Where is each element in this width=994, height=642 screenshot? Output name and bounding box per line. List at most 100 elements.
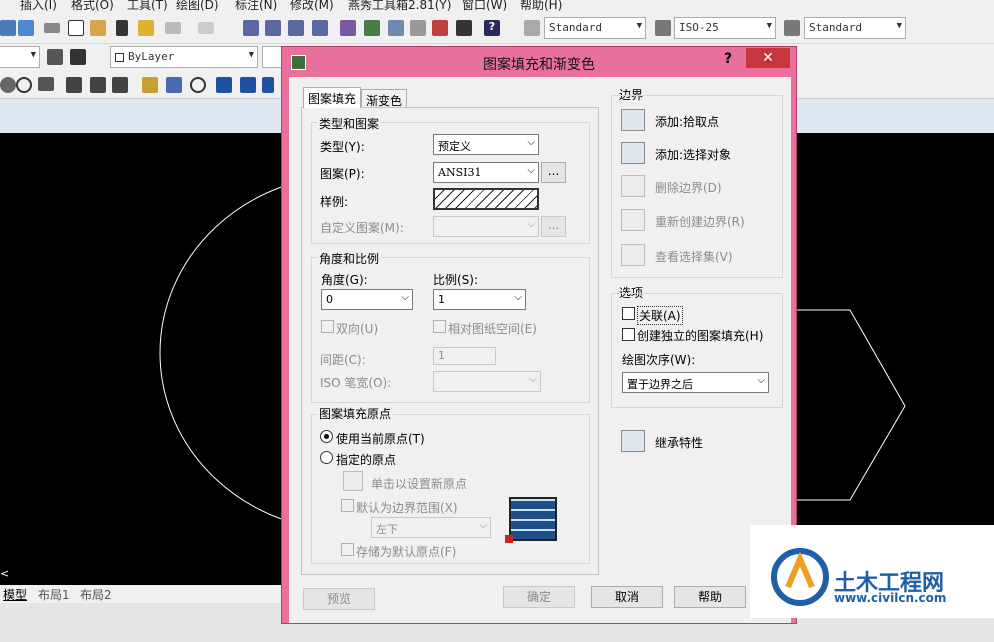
match-prop-icon[interactable] [116,20,128,36]
dim-edit-icon[interactable] [216,77,232,93]
dim-style-combo[interactable]: ISO-25 ▼ [674,17,776,39]
dim-baseline-icon[interactable] [112,77,128,93]
use-current-origin-radio[interactable] [320,430,333,443]
object-snap-icon[interactable] [0,77,16,93]
dim-linear-icon[interactable] [66,77,82,93]
publish-icon[interactable] [0,20,16,36]
recreate-boundary-icon[interactable] [621,209,645,231]
angle-scale-title: 角度和比例 [317,250,382,267]
specified-origin-label: 指定的原点 [336,453,397,467]
block-editor-icon[interactable] [138,20,154,36]
separate-hatch-checkbox[interactable] [622,328,635,341]
remove-boundary-icon[interactable] [621,175,645,197]
angle-select[interactable]: 0 ⌵ [321,289,413,310]
menu-insert[interactable]: 插入(I) [20,0,57,12]
double-checkbox[interactable] [321,320,334,333]
linetype-combo[interactable] [262,46,281,68]
origin-position-select[interactable]: 左下 ⌵ [371,517,491,538]
zoom-window-icon[interactable] [288,20,304,36]
help-button[interactable]: 帮助 [674,586,746,608]
type-pattern-title: 类型和图案 [317,115,382,132]
menu-window[interactable]: 窗口(W) [462,0,507,12]
close-button[interactable]: ✕ [746,48,790,68]
add-pick-icon[interactable] [621,109,645,131]
view-selection-label[interactable]: 查看选择集(V) [655,248,733,265]
add-pick-label[interactable]: 添加:拾取点 [655,113,719,130]
store-default-checkbox[interactable] [341,543,354,556]
text-style-combo[interactable]: Standard ▼ [544,17,646,39]
calculator-icon[interactable] [456,20,472,36]
cancel-button[interactable]: 取消 [591,586,663,608]
associative-checkbox[interactable] [622,307,635,320]
ok-button[interactable]: 确定 [503,586,575,608]
menu-yanxiu[interactable]: 燕秀工具箱2.81(Y) [348,0,451,12]
sheet-set-icon[interactable] [410,20,426,36]
inherit-properties-label[interactable]: 继承特性 [655,434,703,451]
menu-draw[interactable]: 绘图(D) [176,0,219,12]
menu-dimension[interactable]: 标注(N) [235,0,277,12]
properties-icon[interactable] [340,20,356,36]
recreate-boundary-label[interactable]: 重新创建边界(R) [655,213,745,230]
table-style-icon[interactable] [784,20,800,36]
custom-browse-button[interactable]: ... [541,216,566,237]
pattern-sample-swatch[interactable] [433,188,539,210]
spacing-input[interactable]: 1 [433,347,496,365]
pattern-browse-button[interactable]: ... [541,162,566,183]
add-select-icon[interactable] [621,142,645,164]
help-icon[interactable]: ? [484,20,500,36]
tolerance-icon[interactable] [166,77,182,93]
color-combo[interactable]: ByLayer ▼ [110,46,258,68]
preview-button[interactable]: 预览 [303,588,375,610]
design-center-icon[interactable] [364,20,380,36]
inherit-properties-icon[interactable] [621,430,645,452]
dim-text-edit-icon[interactable] [240,77,256,93]
dim-aligned-icon[interactable] [90,77,106,93]
dim-update-icon[interactable] [262,77,274,93]
help-question-button[interactable]: ? [724,51,732,67]
text-style-icon[interactable] [524,20,540,36]
layer-manager-icon[interactable] [47,49,63,65]
layer-combo[interactable]: ▼ [0,46,40,68]
tab-gradient[interactable]: 渐变色 [361,89,408,108]
pan-icon[interactable] [243,20,259,36]
tab-layout2[interactable]: 布局2 [80,586,112,603]
dim-style-icon[interactable] [655,20,671,36]
markup-icon[interactable] [432,20,448,36]
menu-help[interactable]: 帮助(H) [520,0,562,12]
tool-palette-icon[interactable] [388,20,404,36]
view-selection-icon[interactable] [621,244,645,266]
quick-leader-icon[interactable] [142,77,158,93]
click-origin-icon[interactable] [343,471,363,491]
zoom-realtime-icon[interactable] [265,20,281,36]
menu-tools[interactable]: 工具(T) [127,0,168,12]
table-style-combo[interactable]: Standard ▼ [804,17,906,39]
type-select[interactable]: 预定义 ⌵ [433,134,539,155]
pattern-select[interactable]: ANSI31 ⌵ [433,162,539,183]
custom-pattern-select[interactable]: ⌵ [433,216,539,237]
scale-select[interactable]: 1 ⌵ [433,289,526,310]
menu-modify[interactable]: 修改(M) [290,0,334,12]
cut-icon[interactable] [44,23,60,33]
draw-order-select[interactable]: 置于边界之后 ⌵ [622,372,769,393]
remove-boundary-label[interactable]: 删除边界(D) [655,179,722,196]
tab-hatch[interactable]: 图案填充 [303,87,362,108]
relative-paper-checkbox[interactable] [433,320,446,333]
center-mark-icon[interactable] [190,77,206,93]
iso-pen-select[interactable]: ⌵ [433,371,541,392]
add-select-label[interactable]: 添加:选择对象 [655,146,731,163]
dialog-titlebar[interactable]: 图案填充和渐变色 ? ✕ [282,47,796,77]
snap-angle-icon[interactable] [38,77,54,91]
snap-none-icon[interactable] [16,77,32,93]
menu-format[interactable]: 格式(O) [71,0,114,12]
copy-icon[interactable] [68,20,84,36]
paste-icon[interactable] [90,20,106,36]
zoom-previous-icon[interactable] [312,20,328,36]
specified-origin-radio[interactable] [320,451,333,464]
redo-icon[interactable] [198,22,214,34]
layer-previous-icon[interactable] [70,49,86,65]
undo-icon[interactable] [165,22,181,34]
tab-model[interactable]: 模型 [3,586,27,603]
default-extents-checkbox[interactable] [341,499,354,512]
etransmit-icon[interactable] [18,20,34,36]
tab-layout1[interactable]: 布局1 [38,586,70,603]
